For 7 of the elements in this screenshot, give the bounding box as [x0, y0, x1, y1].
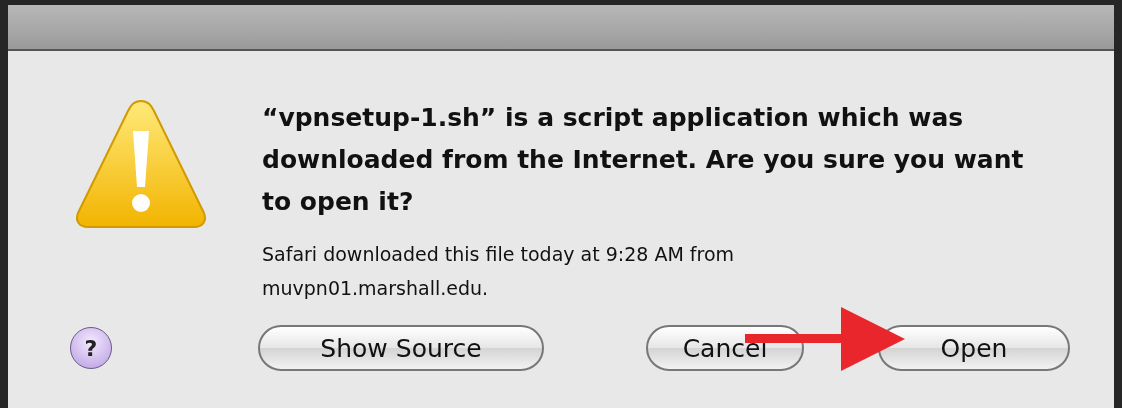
cancel-button[interactable]: Cancel [646, 325, 804, 371]
alert-headline: “vpnsetup-1.sh” is a script application which was downloaded from the Internet. Are you sure you want to open it? [262, 102, 1025, 218]
alert-message: Safari downloaded this file today at 9:28 AM from muvpn01.marshall.edu. [262, 242, 736, 301]
help-button[interactable]: ? [70, 327, 112, 369]
open-button[interactable]: Open [878, 325, 1070, 371]
warning-icon [74, 97, 208, 231]
source-button[interactable]: Show Source [258, 325, 544, 371]
